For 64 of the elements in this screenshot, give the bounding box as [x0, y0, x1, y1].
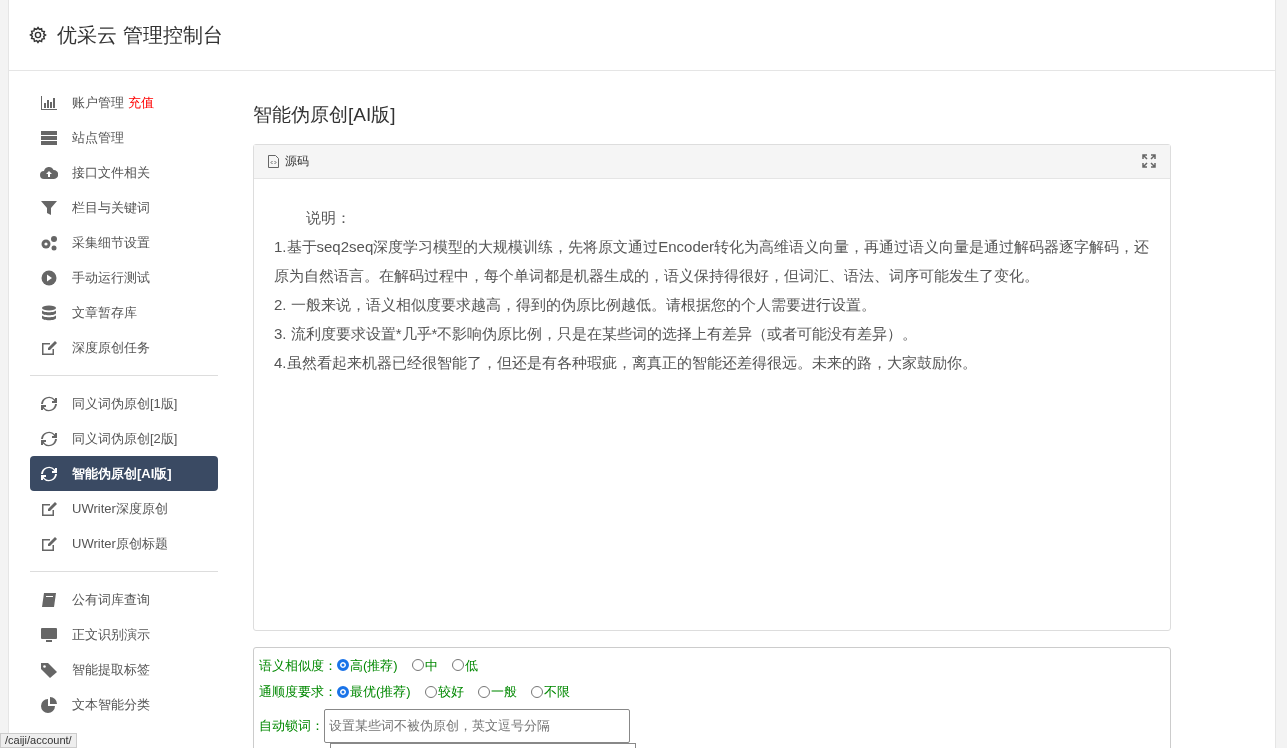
source-tab[interactable]: 源码 [285, 152, 309, 170]
tag-icon [40, 661, 58, 678]
radio-button[interactable] [424, 685, 437, 698]
fullscreen-icon[interactable] [1142, 154, 1156, 168]
option-label[interactable]: 最优(推荐) [350, 682, 411, 702]
sidebar-item[interactable]: 智能伪原创[AI版] [30, 456, 218, 491]
refresh-icon [40, 395, 58, 412]
editor-text: 2. 一般来说，语义相似度要求越高，得到的伪原比例越低。请根据您的个人需要进行设置。 [274, 294, 877, 315]
database-icon [40, 304, 58, 321]
code-file-icon [268, 154, 279, 168]
play-icon [40, 269, 58, 286]
radio-button[interactable] [477, 685, 490, 698]
sidebar-item[interactable]: 同义词伪原创[2版] [30, 421, 218, 456]
sidebar-item[interactable]: 站点管理 [30, 120, 218, 155]
option-label[interactable]: 不限 [543, 682, 570, 702]
sidebar-item[interactable]: 同义词伪原创[1版] [30, 386, 218, 421]
sidebar-item[interactable]: 栏目与关键词 [30, 190, 218, 225]
sidebar-item[interactable]: 深度原创任务 [30, 330, 218, 365]
book-icon [40, 591, 58, 608]
option-label[interactable]: 较好 [437, 682, 464, 702]
sidebar-item[interactable]: 正文识别演示 [30, 617, 218, 652]
editor-heading: 说明： [305, 207, 352, 228]
sidebar-item[interactable]: 智能提取标签 [30, 652, 218, 687]
sidebar-item[interactable]: 采集细节设置 [30, 225, 218, 260]
option-label[interactable]: 一般 [490, 682, 517, 702]
edit-icon [40, 535, 58, 552]
editor-text: 4.虽然看起来机器已经很智能了，但还是有各种瑕疵，离真正的智能还差得很远。未来的路，大家鼓励你。 [274, 352, 978, 373]
chart-icon [40, 94, 58, 111]
sidebar-item[interactable]: 文章暂存库 [30, 295, 218, 330]
cloud-upload-icon [40, 164, 58, 181]
edit-icon [40, 339, 58, 356]
refresh-icon [40, 430, 58, 447]
sidebar-item[interactable]: 公有词库查询 [30, 582, 218, 617]
sidebar-item[interactable]: 接口文件相关 [30, 155, 218, 190]
gears-icon [40, 234, 58, 251]
editor-text: 3. 流利度要求设置*几乎*不影响伪原比例，只是在某些词的选择上有差异（或者可能没有差异）。 [274, 323, 919, 344]
server-icon [40, 129, 58, 146]
option-label[interactable]: 中 [424, 655, 438, 675]
field-label: 语义相似度： [259, 656, 337, 675]
field-label: 通顺度要求： [259, 683, 337, 701]
sidebar-item[interactable]: 账户管理 充值 [30, 85, 218, 120]
radio-button[interactable] [411, 659, 424, 672]
radio-button[interactable] [451, 659, 464, 672]
radio-button[interactable] [337, 685, 349, 698]
sidebar-item[interactable]: UWriter原创标题 [30, 526, 218, 561]
page-title: 智能伪原创[AI版] [253, 103, 397, 127]
settings-icon [29, 26, 47, 44]
monitor-icon [40, 626, 58, 643]
sidebar-item[interactable]: 手动运行测试 [30, 260, 218, 295]
refresh-icon [40, 465, 58, 482]
radio-button[interactable] [337, 659, 349, 672]
radio-button[interactable] [530, 685, 543, 698]
filter-icon [40, 199, 58, 216]
lock-words-field[interactable]: 设置某些词不被伪原创，英文逗号分隔 [324, 708, 630, 743]
pie-chart-icon [40, 696, 58, 713]
status-url: /caiji/account/ [0, 733, 77, 748]
sidebar-item[interactable]: 文本智能分类 [30, 687, 218, 722]
sidebar-item[interactable]: UWriter深度原创 [30, 491, 218, 526]
field-label: 自动锁词： [259, 716, 324, 735]
option-label[interactable]: 高(推荐) [350, 655, 398, 675]
edit-icon [40, 500, 58, 517]
app-title: 优采云 管理控制台 [57, 23, 223, 48]
option-label[interactable]: 低 [464, 655, 478, 675]
editor-text: 1.基于seq2seq深度学习模型的大规模训练，先将原文通过Encoder转化为高维语义向量，再通过语义向量是通过解码器逐字解码，还原为自然语言。在解码过程中，每个单词都是机器生成的，语义保持得很好，但词汇、语法、词序可能发生了变化。 [274, 236, 1150, 286]
